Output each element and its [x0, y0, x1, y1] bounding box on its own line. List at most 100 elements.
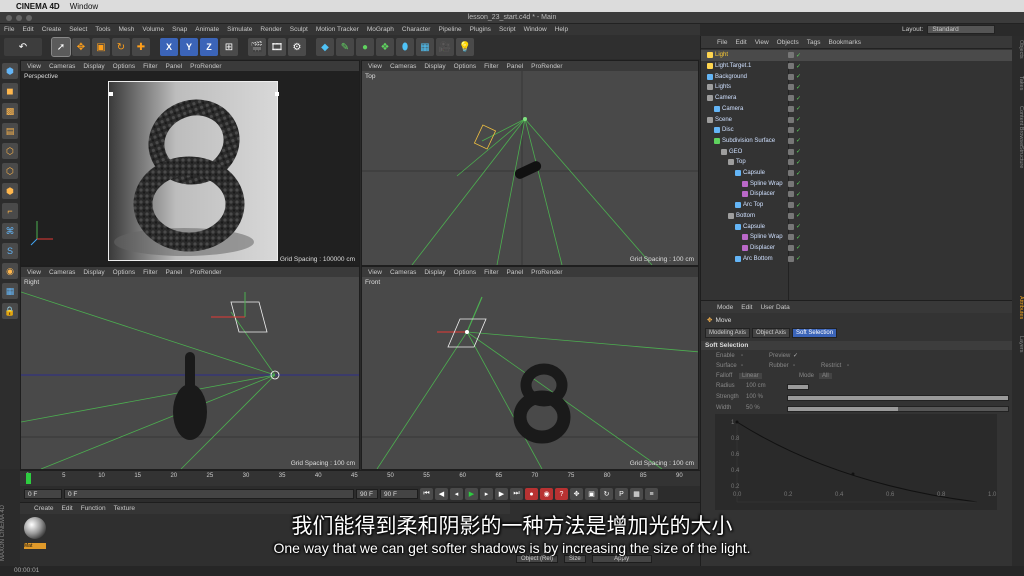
radius-field[interactable]: 100 cm: [746, 383, 766, 389]
model-mode-icon[interactable]: ◼: [2, 83, 18, 99]
subdivision-icon[interactable]: ●: [356, 38, 374, 56]
preview-checkbox[interactable]: ✓: [793, 352, 798, 359]
viewport-menu-filter[interactable]: Filter: [143, 63, 157, 70]
width-slider[interactable]: [787, 406, 1009, 412]
editor-visibility-dot[interactable]: [788, 73, 794, 80]
object-row[interactable]: Capsule ✓: [701, 221, 1013, 232]
enabled-check-icon[interactable]: ✓: [796, 84, 801, 91]
enabled-check-icon[interactable]: ✓: [796, 191, 801, 198]
rubber-checkbox[interactable]: ▫: [793, 363, 795, 369]
preview-range-slider[interactable]: 0 F: [64, 489, 354, 499]
editor-visibility-dot[interactable]: [788, 63, 794, 70]
visibility-toggles[interactable]: ✓: [788, 159, 801, 166]
tab-object-axis[interactable]: Object Axis: [752, 328, 791, 338]
visibility-toggles[interactable]: ✓: [788, 244, 801, 251]
texture-mode-icon[interactable]: ▩: [2, 103, 18, 119]
visibility-toggles[interactable]: ✓: [788, 223, 801, 230]
timeline-options-icon[interactable]: ≡: [645, 488, 658, 500]
edge-tab-objects[interactable]: Objects: [1012, 40, 1024, 59]
viewport-menu-display[interactable]: Display: [83, 63, 104, 70]
rotate-key-icon[interactable]: ↻: [600, 488, 613, 500]
snap-icon[interactable]: S: [2, 243, 18, 259]
keyframe-selection-icon[interactable]: ?: [555, 488, 568, 500]
enabled-check-icon[interactable]: ✓: [796, 180, 801, 187]
editor-visibility-dot[interactable]: [788, 244, 794, 251]
undo-button[interactable]: ↶: [4, 38, 42, 56]
enabled-check-icon[interactable]: ✓: [796, 116, 801, 123]
pen-icon[interactable]: ✎: [336, 38, 354, 56]
param-key-icon[interactable]: P: [615, 488, 628, 500]
menu-plugins[interactable]: Plugins: [470, 26, 491, 33]
enabled-check-icon[interactable]: ✓: [796, 127, 801, 134]
menu-snap[interactable]: Snap: [172, 26, 187, 33]
attribute-menu-mode[interactable]: Mode: [717, 304, 733, 311]
editor-visibility-dot[interactable]: [788, 105, 794, 112]
preview-max-field[interactable]: 90 F: [356, 489, 378, 499]
coord-space-dropdown[interactable]: Object (Rel): [516, 555, 559, 563]
enabled-check-icon[interactable]: ✓: [796, 95, 801, 102]
scale-key-icon[interactable]: ▣: [585, 488, 598, 500]
falloff-dropdown[interactable]: Linear: [739, 373, 762, 379]
magnet-icon[interactable]: ◉: [2, 263, 18, 279]
viewport-front[interactable]: View Cameras Display Options Filter Panel ProR…: [361, 266, 699, 470]
cube-icon[interactable]: ◆: [316, 38, 334, 56]
render-settings-icon[interactable]: ⚙: [288, 38, 306, 56]
make-editable-icon[interactable]: ⬢: [2, 63, 18, 79]
viewport-menu-panel[interactable]: Panel: [166, 269, 183, 276]
object-row[interactable]: Spline Wrap ✓: [701, 232, 1013, 243]
enable-checkbox[interactable]: ▫: [741, 353, 743, 359]
viewport-menu-view[interactable]: View: [27, 63, 41, 70]
coordinate-system-icon[interactable]: ⊞: [220, 38, 238, 56]
viewport-right[interactable]: View Cameras Display Options Filter Panel ProR…: [20, 266, 360, 470]
enabled-check-icon[interactable]: ✓: [796, 159, 801, 166]
viewport-menu-cameras[interactable]: Cameras: [390, 269, 416, 276]
menu-pipeline[interactable]: Pipeline: [438, 26, 461, 33]
mode-dropdown[interactable]: All: [819, 373, 832, 379]
viewport-menu-options[interactable]: Options: [454, 269, 476, 276]
attribute-menu-edit[interactable]: Edit: [741, 304, 752, 311]
viewport-menu-options[interactable]: Options: [454, 63, 476, 70]
restrict-checkbox[interactable]: ▫: [847, 363, 849, 369]
prev-key-icon[interactable]: ◀: [435, 488, 448, 500]
editor-visibility-dot[interactable]: [788, 95, 794, 102]
play-icon[interactable]: ▶: [465, 488, 478, 500]
viewport-menu-cameras[interactable]: Cameras: [49, 63, 75, 70]
move-icon[interactable]: ✥: [72, 38, 90, 56]
editor-visibility-dot[interactable]: [788, 212, 794, 219]
enabled-check-icon[interactable]: ✓: [796, 202, 801, 209]
goto-start-icon[interactable]: ⏮: [420, 488, 433, 500]
editor-visibility-dot[interactable]: [788, 127, 794, 134]
edge-tab-takes[interactable]: Takes: [1012, 76, 1024, 90]
light-icon[interactable]: 💡: [456, 38, 474, 56]
object-row[interactable]: Disc ✓: [701, 125, 1013, 136]
viewport-perspective[interactable]: View Cameras Display Options Filter Panel ProR…: [20, 60, 360, 266]
render-picture-viewer-icon[interactable]: 🎞: [268, 38, 286, 56]
object-row[interactable]: Light.Target.1 ✓: [701, 61, 1013, 72]
enabled-check-icon[interactable]: ✓: [796, 170, 801, 177]
viewport-top[interactable]: View Cameras Display Options Filter Panel ProR…: [361, 60, 699, 266]
viewport-menu-display[interactable]: Display: [424, 63, 445, 70]
visibility-toggles[interactable]: ✓: [788, 255, 801, 262]
viewport-menu-panel[interactable]: Panel: [166, 63, 183, 70]
object-row[interactable]: Spline Wrap ✓: [701, 178, 1013, 189]
viewport-menu-prorender[interactable]: ProRender: [531, 63, 562, 70]
enabled-check-icon[interactable]: ✓: [796, 244, 801, 251]
enabled-check-icon[interactable]: ✓: [796, 223, 801, 230]
end-frame-field[interactable]: 90 F: [380, 489, 418, 499]
polygons-mode-icon[interactable]: ⬢: [2, 183, 18, 199]
object-row[interactable]: Displacer ✓: [701, 189, 1013, 200]
enabled-check-icon[interactable]: ✓: [796, 137, 801, 144]
axis-z-button[interactable]: Z: [200, 38, 218, 56]
editor-visibility-dot[interactable]: [788, 159, 794, 166]
window-controls[interactable]: [6, 15, 32, 21]
goto-end-icon[interactable]: ⏭: [510, 488, 523, 500]
visibility-toggles[interactable]: ✓: [788, 202, 801, 209]
viewport-menu-view[interactable]: View: [368, 63, 382, 70]
interactive-render-region[interactable]: [108, 81, 279, 261]
viewport-menu-panel[interactable]: Panel: [507, 63, 524, 70]
object-menu-edit[interactable]: Edit: [735, 39, 746, 46]
mac-menu-window[interactable]: Window: [70, 2, 98, 11]
visibility-toggles[interactable]: ✓: [788, 180, 801, 187]
camera-icon[interactable]: 🎥: [436, 38, 454, 56]
attribute-menu-user-data[interactable]: User Data: [760, 304, 789, 311]
